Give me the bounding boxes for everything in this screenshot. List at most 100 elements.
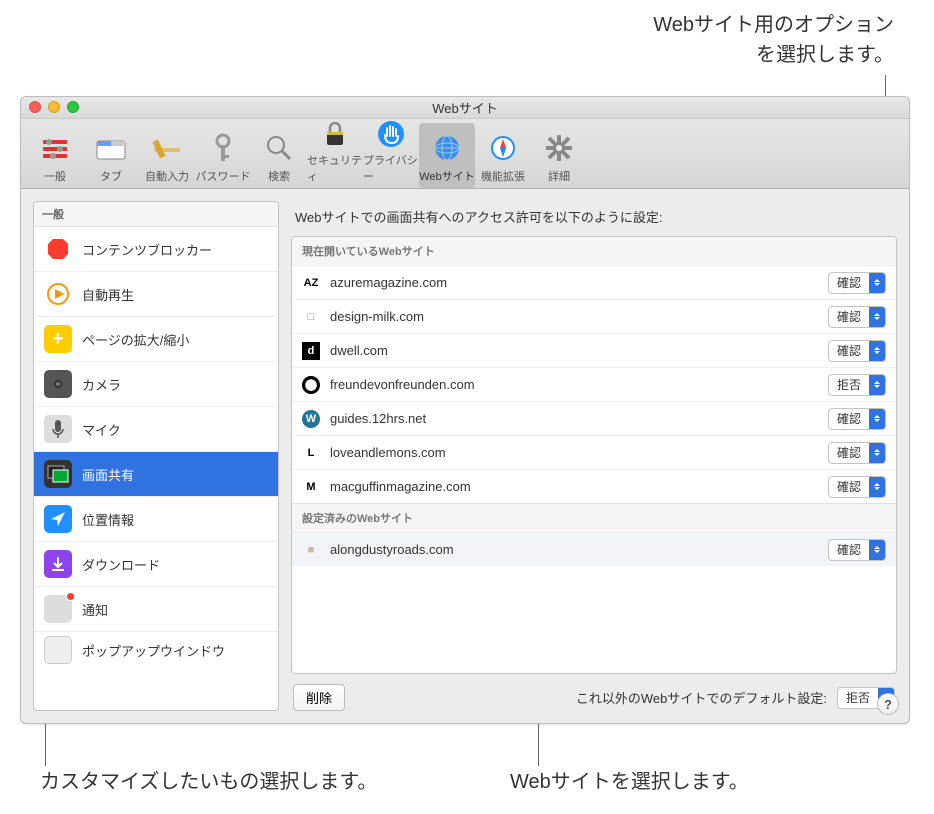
notification-icon bbox=[44, 595, 72, 623]
minimize-icon[interactable] bbox=[48, 101, 60, 113]
site-row[interactable]: ddwell.com確認 bbox=[292, 333, 896, 367]
zoom-icon[interactable] bbox=[67, 101, 79, 113]
dropdown-value: 確認 bbox=[829, 342, 869, 359]
toolbar: 一般 タブ 自動入力 パスワード 検索 bbox=[21, 119, 909, 189]
chevron-updown-icon bbox=[869, 375, 885, 395]
dropdown-value: 確認 bbox=[829, 274, 869, 291]
annotation-top: Webサイト用のオプション を選択します。 bbox=[653, 10, 894, 70]
toolbar-label: 一般 bbox=[44, 168, 66, 184]
favicon-icon: M bbox=[302, 478, 320, 496]
site-name: design-milk.com bbox=[330, 309, 818, 324]
sidebar-item-camera[interactable]: カメラ bbox=[34, 362, 278, 407]
site-permission-dropdown[interactable]: 確認 bbox=[828, 340, 886, 362]
site-row[interactable]: ⬤ freundevonfreunden.com 拒否 bbox=[292, 367, 896, 401]
content-pane: Webサイトでの画面共有へのアクセス許可を以下のように設定: 現在開いているWe… bbox=[291, 201, 897, 711]
globe-icon bbox=[431, 132, 463, 164]
site-name: alongdustyroads.com bbox=[330, 542, 818, 557]
sidebar-item-notifications[interactable]: 通知 bbox=[34, 587, 278, 632]
compass-icon bbox=[487, 132, 519, 164]
toolbar-label: 検索 bbox=[268, 168, 290, 184]
favicon-icon: ⬤ bbox=[302, 376, 320, 394]
site-permission-dropdown[interactable]: 確認 bbox=[828, 476, 886, 498]
annotation-bottom-left: カスタマイズしたいもの選択します。 bbox=[40, 765, 377, 794]
sidebar-item-location[interactable]: 位置情報 bbox=[34, 497, 278, 542]
location-icon bbox=[44, 505, 72, 533]
traffic-lights bbox=[29, 101, 79, 113]
site-row[interactable]: Mmacguffinmagazine.com確認 bbox=[292, 469, 896, 503]
site-name: loveandlemons.com bbox=[330, 445, 818, 460]
toolbar-autofill[interactable]: 自動入力 bbox=[139, 123, 195, 188]
sidebar-item-zoom[interactable]: + ページの拡大/縮小 bbox=[34, 317, 278, 362]
sidebar-item-content-blockers[interactable]: コンテンツブロッカー bbox=[34, 227, 278, 272]
toolbar-label: パスワード bbox=[196, 168, 251, 184]
site-name: freundevonfreunden.com bbox=[330, 377, 818, 392]
zoom-icon: + bbox=[44, 325, 72, 353]
close-icon[interactable] bbox=[29, 101, 41, 113]
chevron-updown-icon bbox=[869, 273, 885, 293]
badge-icon bbox=[66, 592, 75, 601]
sidebar-label: 自動再生 bbox=[82, 285, 134, 304]
toolbar-label: プライバシー bbox=[363, 152, 419, 184]
site-row[interactable]: AZazuremagazine.com確認 bbox=[292, 265, 896, 299]
toolbar-general[interactable]: 一般 bbox=[27, 123, 83, 188]
sidebar-item-microphone[interactable]: マイク bbox=[34, 407, 278, 452]
sidebar-item-screen-sharing[interactable]: 画面共有 bbox=[34, 452, 278, 497]
toolbar-passwords[interactable]: パスワード bbox=[195, 123, 251, 188]
section-open-header: 現在開いているWebサイト bbox=[292, 237, 896, 265]
toolbar-label: Webサイト bbox=[419, 168, 474, 184]
sidebar-label: ポップアップウインドウ bbox=[82, 641, 225, 660]
sidebar-item-autoplay[interactable]: 自動再生 bbox=[34, 272, 278, 317]
sidebar-label: 通知 bbox=[82, 600, 108, 619]
favicon-icon: ■ bbox=[302, 541, 320, 559]
microphone-icon bbox=[44, 415, 72, 443]
toolbar-tabs[interactable]: タブ bbox=[83, 123, 139, 188]
hand-icon bbox=[375, 120, 407, 148]
dropdown-value: 確認 bbox=[829, 410, 869, 427]
site-permission-dropdown[interactable]: 拒否 bbox=[828, 374, 886, 396]
default-setting-label: これ以外のWebサイトでのデフォルト設定: bbox=[576, 688, 827, 707]
toolbar-security[interactable]: セキュリティ bbox=[307, 123, 363, 188]
sidebar-label: コンテンツブロッカー bbox=[82, 240, 212, 259]
site-row[interactable]: ■ alongdustyroads.com 確認 bbox=[292, 532, 896, 566]
sidebar: 一般 コンテンツブロッカー 自動再生 + ページの拡大/縮小 カメラ マイク bbox=[33, 201, 279, 711]
dropdown-value: 拒否 bbox=[829, 376, 869, 393]
toolbar-label: 自動入力 bbox=[145, 168, 189, 184]
site-permission-dropdown[interactable]: 確認 bbox=[828, 408, 886, 430]
dropdown-value: 確認 bbox=[829, 541, 869, 558]
site-permission-dropdown[interactable]: 確認 bbox=[828, 272, 886, 294]
search-icon bbox=[263, 132, 295, 164]
favicon-icon: d bbox=[302, 342, 320, 360]
sidebar-item-popups[interactable]: ポップアップウインドウ bbox=[34, 632, 278, 668]
toolbar-search[interactable]: 検索 bbox=[251, 123, 307, 188]
sidebar-label: カメラ bbox=[82, 375, 121, 394]
tabs-icon bbox=[95, 132, 127, 164]
toolbar-extensions[interactable]: 機能拡張 bbox=[475, 123, 531, 188]
general-icon bbox=[39, 132, 71, 164]
chevron-updown-icon bbox=[869, 341, 885, 361]
site-row[interactable]: Wguides.12hrs.net確認 bbox=[292, 401, 896, 435]
chevron-updown-icon bbox=[869, 307, 885, 327]
site-name: guides.12hrs.net bbox=[330, 411, 818, 426]
preferences-window: Webサイト 一般 タブ 自動入力 パスワード bbox=[20, 96, 910, 724]
download-icon bbox=[44, 550, 72, 578]
sidebar-label: ダウンロード bbox=[82, 555, 160, 574]
toolbar-websites[interactable]: Webサイト bbox=[419, 123, 475, 188]
site-permission-dropdown[interactable]: 確認 bbox=[828, 539, 886, 561]
toolbar-privacy[interactable]: プライバシー bbox=[363, 123, 419, 188]
toolbar-label: セキュリティ bbox=[307, 152, 363, 184]
toolbar-advanced[interactable]: 詳細 bbox=[531, 123, 587, 188]
site-row[interactable]: Lloveandlemons.com確認 bbox=[292, 435, 896, 469]
site-permission-dropdown[interactable]: 確認 bbox=[828, 442, 886, 464]
help-button[interactable]: ? bbox=[877, 693, 899, 715]
dropdown-value: 確認 bbox=[829, 444, 869, 461]
site-list-panel: 現在開いているWebサイト AZazuremagazine.com確認□desi… bbox=[291, 236, 897, 674]
window-title: Webサイト bbox=[432, 98, 498, 117]
chevron-updown-icon bbox=[869, 443, 885, 463]
dropdown-value: 拒否 bbox=[838, 689, 878, 706]
sidebar-item-downloads[interactable]: ダウンロード bbox=[34, 542, 278, 587]
chevron-updown-icon bbox=[869, 540, 885, 560]
titlebar: Webサイト bbox=[21, 97, 909, 119]
site-permission-dropdown[interactable]: 確認 bbox=[828, 306, 886, 328]
site-row[interactable]: □design-milk.com確認 bbox=[292, 299, 896, 333]
remove-button[interactable]: 削除 bbox=[293, 684, 345, 711]
